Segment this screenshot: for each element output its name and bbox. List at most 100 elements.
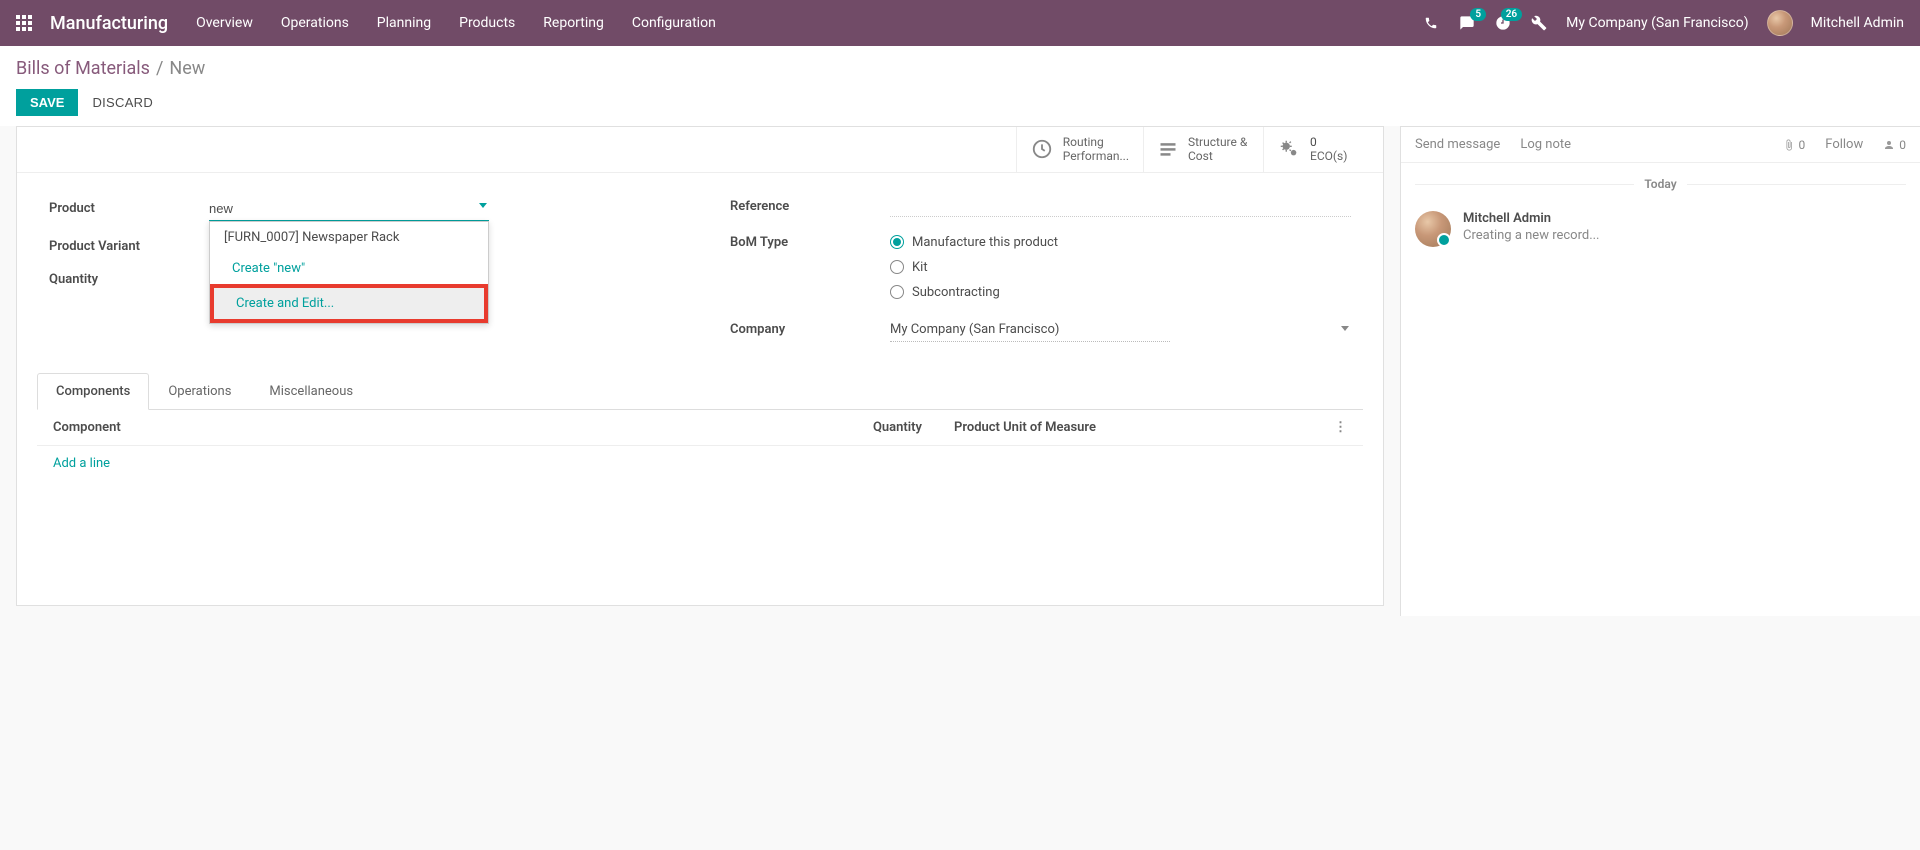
discard-button[interactable]: DISCARD [92,95,153,110]
label-product: Product [49,201,189,216]
company-switcher[interactable]: My Company (San Francisco) [1566,15,1748,31]
product-input[interactable] [209,197,489,221]
th-component: Component [37,410,818,446]
radio-kit-label: Kit [912,260,928,275]
label-variant: Product Variant [49,239,189,254]
column-menu-icon[interactable]: ⋮ [1318,410,1363,446]
breadcrumb-separator: / [156,58,163,79]
tab-components[interactable]: Components [37,373,149,410]
radio-icon [890,260,904,274]
field-bom-type: BoM Type Manufacture this product Kit [730,235,1351,300]
stat-structure-button[interactable]: Structure & Cost [1143,127,1263,172]
label-reference: Reference [730,199,870,214]
form-body: Product [FURN_0007] Newspaper Rack Creat… [17,173,1383,352]
nav-configuration[interactable]: Configuration [632,15,716,31]
tabs: Components Operations Miscellaneous [37,372,1363,410]
person-icon [1883,139,1895,151]
form-col-left: Product [FURN_0007] Newspaper Rack Creat… [49,197,670,342]
activities-icon[interactable]: 26 [1494,14,1512,32]
product-input-wrap: [FURN_0007] Newspaper Rack Create "new" … [209,197,489,221]
nav-operations[interactable]: Operations [281,15,349,31]
breadcrumb-parent[interactable]: Bills of Materials [16,58,150,79]
dropdown-item-product[interactable]: [FURN_0007] Newspaper Rack [210,222,488,253]
label-bom-type: BoM Type [730,235,870,250]
tab-operations[interactable]: Operations [149,373,250,410]
messages-icon[interactable]: 5 [1458,14,1476,32]
chatter-panel: Send message Log note 0 Follow 0 Today M… [1400,126,1920,616]
bom-type-radio-group: Manufacture this product Kit Subcontract… [890,235,1351,300]
navbar-right: 5 26 My Company (San Francisco) Mitchell… [1422,10,1904,36]
stat-eco-button[interactable]: 0 ECO(s) [1263,127,1383,172]
breadcrumb-current: New [169,58,205,79]
messages-badge: 5 [1470,8,1486,21]
form-sheet-wrap: Routing Performan... Structure & Cost [0,126,1400,622]
app-title: Manufacturing [50,13,168,34]
radio-subcontract[interactable]: Subcontracting [890,285,1351,300]
tabs-wrap: Components Operations Miscellaneous Comp… [17,372,1383,481]
dropdown-item-create-edit[interactable]: Create and Edit... [210,284,488,323]
bars-icon [1158,139,1178,159]
tab-miscellaneous[interactable]: Miscellaneous [250,373,372,410]
debug-icon[interactable] [1530,14,1548,32]
message-item: Mitchell Admin Creating a new record... [1401,205,1920,261]
chatter-separator: Today [1401,163,1920,205]
message-text: Creating a new record... [1463,228,1600,243]
breadcrumb: Bills of Materials / New [16,58,1904,79]
nav-menu: Overview Operations Planning Products Re… [196,15,716,31]
activities-badge: 26 [1501,8,1522,21]
control-panel: Bills of Materials / New SAVE DISCARD [0,46,1920,126]
chevron-down-icon[interactable] [1341,326,1349,331]
nav-planning[interactable]: Planning [377,15,431,31]
main-layout: Routing Performan... Structure & Cost [0,126,1920,622]
save-button[interactable]: SAVE [16,89,78,116]
field-company: Company My Company (San Francisco) [730,318,1351,342]
stat-eco-label: ECO(s) [1310,149,1347,163]
radio-icon [890,285,904,299]
chatter-topbar: Send message Log note 0 Follow 0 [1401,127,1920,163]
nav-overview[interactable]: Overview [196,15,253,31]
nav-products[interactable]: Products [459,15,515,31]
components-table: Component Quantity Product Unit of Measu… [37,410,1363,481]
phone-icon[interactable] [1422,14,1440,32]
stat-routing-button[interactable]: Routing Performan... [1016,127,1143,172]
form-col-right: Reference BoM Type Manufacture this prod… [730,197,1351,342]
company-select[interactable]: My Company (San Francisco) [890,318,1170,342]
user-avatar[interactable] [1767,10,1793,36]
message-avatar [1415,211,1451,247]
stat-eco-count: 0 [1310,135,1347,149]
follower-count[interactable]: 0 [1883,138,1906,152]
send-message-button[interactable]: Send message [1415,137,1500,152]
gears-icon [1278,138,1300,160]
radio-kit[interactable]: Kit [890,260,1351,275]
stat-routing-line1: Routing [1063,135,1129,149]
field-product: Product [FURN_0007] Newspaper Rack Creat… [49,197,670,221]
chevron-down-icon[interactable] [479,203,487,208]
clock-icon [1031,138,1053,160]
navbar-left: Manufacturing Overview Operations Planni… [16,13,716,34]
form-sheet: Routing Performan... Structure & Cost [16,126,1384,606]
radio-subcontract-label: Subcontracting [912,285,1000,300]
stat-row: Routing Performan... Structure & Cost [17,127,1383,173]
stat-routing-line2: Performan... [1063,149,1129,163]
radio-manufacture[interactable]: Manufacture this product [890,235,1351,250]
reference-input[interactable] [890,197,1351,217]
apps-icon[interactable] [16,15,32,31]
label-company: Company [730,322,870,337]
product-dropdown: [FURN_0007] Newspaper Rack Create "new" … [209,221,489,324]
user-name[interactable]: Mitchell Admin [1811,15,1904,31]
nav-reporting[interactable]: Reporting [543,15,604,31]
radio-manufacture-label: Manufacture this product [912,235,1058,250]
attachment-count[interactable]: 0 [1783,138,1806,152]
log-note-button[interactable]: Log note [1520,137,1571,152]
th-uom: Product Unit of Measure [938,410,1318,446]
follow-button[interactable]: Follow [1825,137,1863,152]
main-navbar: Manufacturing Overview Operations Planni… [0,0,1920,46]
th-quantity: Quantity [818,410,938,446]
attachment-icon [1783,139,1795,151]
field-reference: Reference [730,197,1351,217]
add-line-link[interactable]: Add a line [53,456,110,471]
separator-today-label: Today [1644,177,1676,191]
action-row: SAVE DISCARD [16,89,1904,116]
dropdown-item-create[interactable]: Create "new" [210,253,488,284]
message-author: Mitchell Admin [1463,211,1600,226]
